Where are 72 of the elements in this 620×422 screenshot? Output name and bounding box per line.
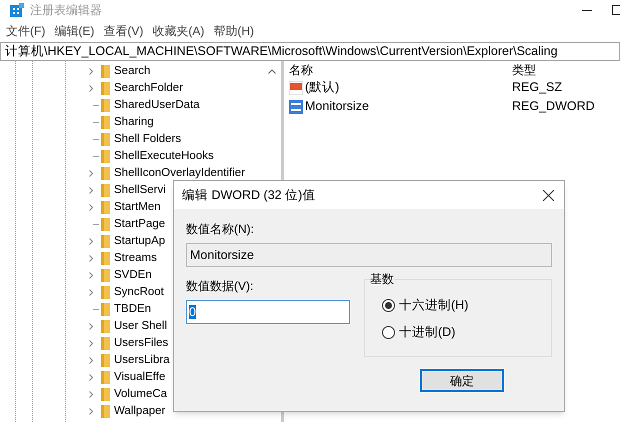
tree-item[interactable]: ShellIconOverlayIdentifier [114,164,246,182]
tree-item[interactable]: SearchFolder [114,80,184,98]
field-label: 数值名称(N): [186,221,255,238]
tree-item[interactable]: User Shell [114,318,168,336]
column-header[interactable]: 名称 [289,60,512,78]
folder-icon [101,201,110,214]
folder-icon [101,371,110,384]
tree-item[interactable]: ShellExecuteHooks [114,148,214,166]
menu-item[interactable]: 编辑(E) [54,22,94,40]
folder-icon [101,252,110,265]
data-field[interactable]: 0 [186,300,350,324]
name-field: Monitorsize [186,243,552,267]
value-type: REG_SZ [512,79,562,96]
tree-item[interactable]: UsersFiles [114,334,168,352]
folder-icon [101,320,110,333]
tree-item[interactable]: SharedUserData [114,96,200,114]
folder-icon [101,167,110,180]
tree-item[interactable]: ShellServi [114,182,166,200]
folder-icon [101,184,110,197]
tree-item[interactable]: SyncRoot [114,284,164,302]
folder-icon [101,116,110,129]
folder-icon [101,269,110,282]
tree-item[interactable]: Search [114,62,150,80]
window-title: 注册表编辑器 [30,2,102,19]
tree-item[interactable]: SVDEn [114,266,152,284]
tree-item[interactable]: Shell Folders [114,130,182,148]
address-bar[interactable]: 计算机\HKEY_LOCAL_MACHINE\SOFTWARE\Microsoft\Windows\CurrentVersion\Explorer\Scaling [0,42,620,61]
menu-item[interactable]: 收藏夹(A) [152,22,204,40]
value-name[interactable]: Monitorsize [305,97,512,116]
field-label: 数值数据(V): [186,278,254,295]
dialog-title: 编辑 DWORD (32 位)值 [182,186,316,204]
folder-icon [101,354,110,367]
radio-button[interactable] [382,298,395,312]
close-icon[interactable] [543,190,554,200]
folder-icon [101,82,110,95]
menu-item[interactable]: 查看(V) [103,22,144,40]
maximize-icon[interactable] [612,5,620,15]
folder-icon [101,405,110,418]
tree-item[interactable]: StartMen [114,198,161,216]
folder-icon [101,286,110,299]
scroll-up-icon[interactable] [268,69,276,74]
value-type: REG_DWORD [512,98,595,116]
radio-label[interactable]: 十六进制(H) [399,296,468,315]
group-label: 基数 [370,273,394,285]
tree-item[interactable]: Streams [114,250,157,268]
folder-icon [101,218,110,231]
tree-item[interactable]: StartPage [114,216,166,234]
folder-icon [101,388,110,401]
registry-icon [10,3,24,17]
folder-icon [101,150,110,163]
folder-icon [101,65,110,78]
binary-value-icon [289,100,303,114]
column-header[interactable]: 类型 [512,60,536,78]
ok-button[interactable]: 确定 [420,369,504,392]
folder-icon [101,99,110,112]
tree-item[interactable]: TBDEn [114,300,152,318]
radio-label[interactable]: 十进制(D) [399,322,456,342]
tree-item[interactable]: UsersLibra [114,352,170,370]
folder-icon [101,133,110,146]
folder-icon [101,235,110,248]
menu-item[interactable]: 帮助(H) [213,22,254,40]
string-value-icon [289,80,303,94]
tree-item[interactable]: StartupAp [114,232,166,250]
radio-button[interactable] [382,326,395,339]
tree-item[interactable]: VolumeCa [114,386,168,404]
tree-item[interactable]: Wallpaper [114,402,166,420]
folder-icon [101,337,110,350]
folder-icon [101,303,110,316]
tree-item[interactable]: Sharing [114,114,154,132]
tree-item[interactable]: VisualEffe [114,368,166,386]
value-name[interactable]: (默认) [305,78,512,97]
menu-item[interactable]: 文件(F) [6,22,46,40]
